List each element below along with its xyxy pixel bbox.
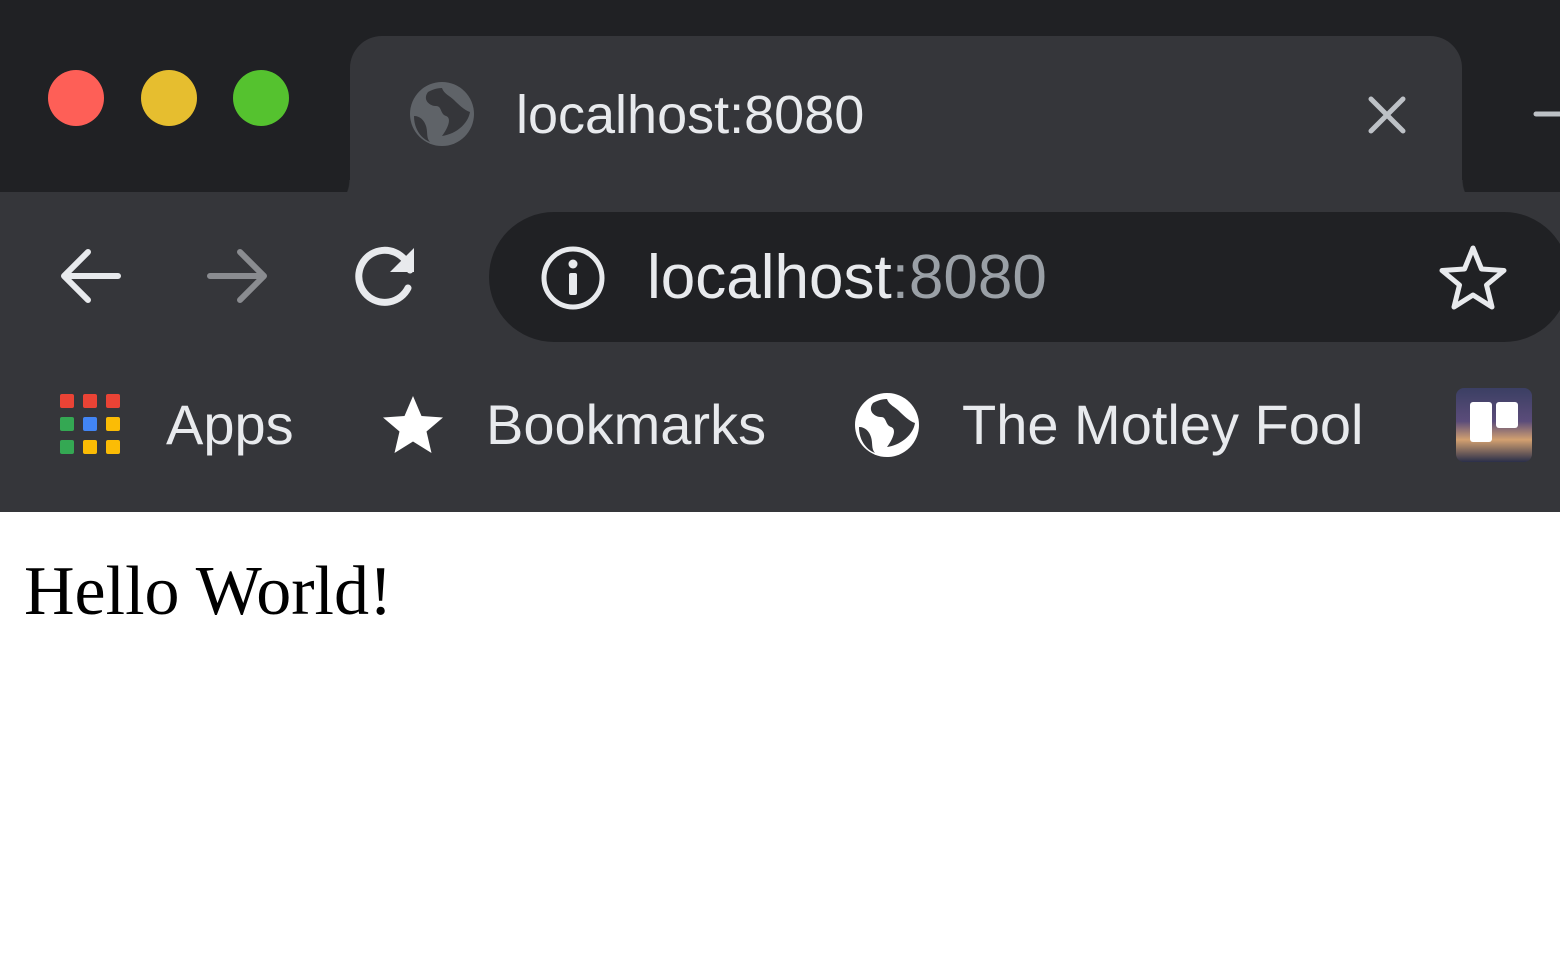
bookmark-bookmarks-label: Bookmarks — [486, 393, 767, 456]
window-close-button[interactable] — [48, 70, 104, 126]
tab-title: localhost:8080 — [516, 85, 865, 145]
bookmark-apps-label: Apps — [166, 393, 294, 456]
reload-icon[interactable] — [350, 240, 422, 312]
window-zoom-button[interactable] — [233, 70, 289, 126]
arrow-left-icon[interactable] — [54, 240, 126, 312]
apps-grid-icon — [58, 392, 122, 456]
bookmark-trello[interactable] — [1456, 386, 1534, 464]
bookmark-apps[interactable]: Apps — [58, 386, 308, 464]
url-port: :8080 — [891, 243, 1047, 312]
new-tab-icon[interactable] — [1532, 100, 1560, 128]
address-bar[interactable]: localhost:8080 — [489, 212, 1560, 342]
bookmarks-bar: Apps Bookmarks The Motley Fool — [0, 362, 1560, 512]
tab-strip: localhost:8080 — [0, 0, 1560, 212]
toolbar: localhost:8080 — [0, 192, 1560, 362]
url-text[interactable]: localhost:8080 — [647, 242, 1047, 314]
star-icon — [383, 396, 443, 453]
globe-icon — [410, 82, 474, 146]
arrow-right-icon[interactable] — [202, 240, 274, 312]
star-outline-icon[interactable] — [1437, 242, 1509, 314]
trello-icon — [1456, 388, 1532, 462]
close-icon[interactable] — [1362, 90, 1412, 140]
tab-localhost[interactable]: localhost:8080 — [318, 36, 1494, 212]
bookmark-the-motley-fool[interactable]: The Motley Fool — [852, 386, 1392, 464]
info-icon[interactable] — [540, 245, 606, 311]
url-host: localhost — [647, 243, 892, 312]
page-content: Hello World! — [0, 512, 1560, 976]
window-minimize-button[interactable] — [141, 70, 197, 126]
browser-chrome: localhost:8080 localhost:8080 Apps Bookm… — [0, 0, 1560, 512]
bookmark-bookmarks[interactable]: Bookmarks — [378, 386, 788, 464]
bookmark-the-motley-fool-label: The Motley Fool — [962, 393, 1364, 456]
globe-icon — [855, 393, 919, 457]
page-text: Hello World! — [24, 553, 393, 630]
